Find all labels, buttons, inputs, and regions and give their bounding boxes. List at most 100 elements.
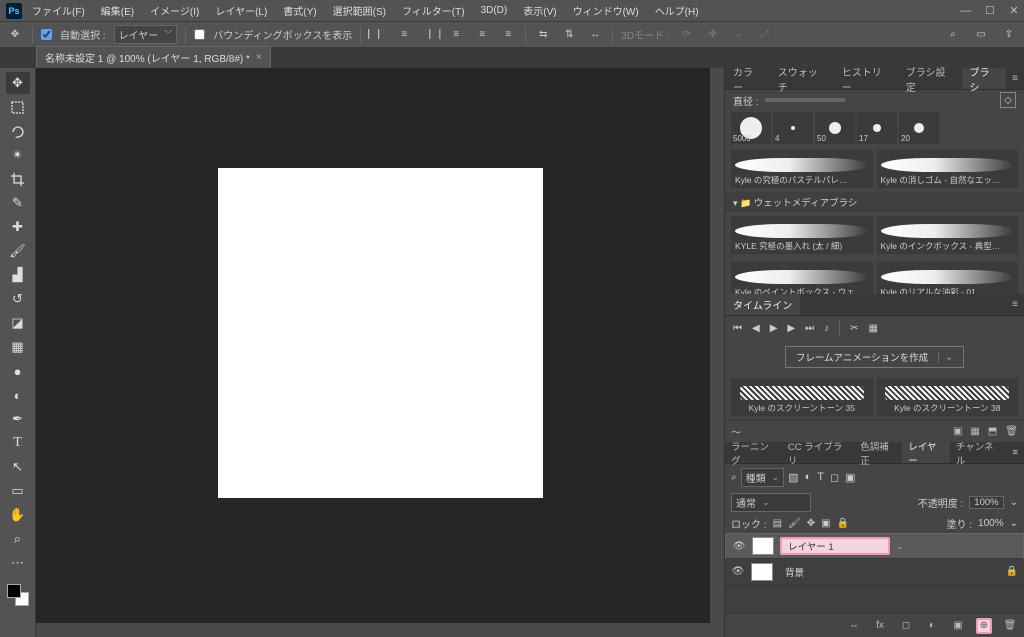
path-tool-icon[interactable]: ↖	[6, 456, 30, 478]
opacity-caret-icon[interactable]: ⌄	[1010, 497, 1018, 508]
panel-menu-icon[interactable]: ≡	[1006, 442, 1024, 463]
menu-layer[interactable]: レイヤー(L)	[209, 3, 273, 18]
tl-audio-icon[interactable]: ♪	[824, 323, 829, 334]
menu-view[interactable]: 表示(V)	[517, 3, 562, 18]
tl-last-icon[interactable]: ⏭	[805, 323, 814, 334]
workspace-icon[interactable]: ▭	[972, 26, 990, 44]
brush-preset[interactable]: 50	[815, 112, 855, 144]
tl-convert-icon[interactable]: ▦	[869, 323, 878, 334]
move-tool-icon[interactable]: ✥	[6, 72, 30, 94]
window-close-icon[interactable]: ✕	[1004, 4, 1024, 17]
brush-preset[interactable]: 4	[773, 112, 813, 144]
lasso-tool-icon[interactable]	[6, 120, 30, 142]
3d-pan-icon[interactable]: ✥	[704, 26, 722, 44]
menu-help[interactable]: ヘルプ(H)	[649, 3, 705, 18]
filter-shape-icon[interactable]: ◻	[830, 471, 839, 484]
align-top-icon[interactable]: ≡	[447, 26, 465, 44]
brush-trash-icon[interactable]: 🗑	[1005, 426, 1018, 437]
window-maximize-icon[interactable]: ☐	[980, 4, 1000, 17]
show-transform-checkbox[interactable]	[194, 29, 205, 40]
layer-thumb[interactable]	[751, 563, 773, 581]
canvas-area[interactable]	[36, 68, 724, 637]
blend-mode-select[interactable]: 通常	[731, 493, 811, 512]
tl-first-icon[interactable]: ⏮	[733, 323, 742, 334]
brush-save-icon[interactable]: ⬒	[988, 426, 997, 437]
visibility-icon[interactable]: 👁	[731, 566, 745, 577]
menu-image[interactable]: イメージ(I)	[144, 3, 205, 18]
align-bottom-icon[interactable]: ≡	[499, 26, 517, 44]
menu-edit[interactable]: 編集(E)	[95, 3, 140, 18]
layer-name[interactable]: 背景	[779, 563, 889, 581]
filter-smart-icon[interactable]: ▣	[845, 471, 855, 484]
tab-timeline[interactable]: タイムライン	[725, 294, 800, 315]
lock-move-icon[interactable]: ✥	[807, 518, 815, 529]
brush-item[interactable]: Kyle のスクリーントーン 35	[731, 378, 873, 416]
tl-play-icon[interactable]: ▶	[770, 323, 778, 334]
layer-filter-icon[interactable]: ⌕	[731, 472, 737, 483]
align-hcenter-icon[interactable]: ≡	[395, 26, 413, 44]
zoom-tool-icon[interactable]: ⌕	[6, 528, 30, 550]
brush-new-icon[interactable]: ▦	[970, 426, 979, 437]
new-layer-icon[interactable]: ⊕	[976, 618, 992, 634]
layer-mask-icon[interactable]: ◻	[898, 618, 914, 634]
color-swatch[interactable]	[7, 584, 29, 606]
brush-item[interactable]: Kyle の究極のパステルパレ…	[731, 150, 873, 188]
gradient-tool-icon[interactable]: ▦	[6, 336, 30, 358]
share-icon[interactable]: ⇪	[1000, 26, 1018, 44]
dodge-tool-icon[interactable]: ◐	[6, 384, 30, 406]
tab-learning[interactable]: ラーニング	[725, 442, 782, 463]
layer-kind-select[interactable]: 種類	[741, 468, 785, 487]
history-brush-tool-icon[interactable]: ↺	[6, 288, 30, 310]
window-minimize-icon[interactable]: —	[956, 5, 976, 17]
layer-row[interactable]: 👁 背景 🔒	[725, 559, 1024, 585]
brush-tool-icon[interactable]: 🖌	[6, 240, 30, 262]
lock-all-icon[interactable]: 🔒	[837, 518, 849, 529]
dist-v-icon[interactable]: ⇅	[560, 26, 578, 44]
menu-select[interactable]: 選択範囲(S)	[327, 3, 392, 18]
document-tab[interactable]: 名称未設定 1 @ 100% (レイヤー 1, RGB/8#) * ×	[36, 46, 271, 68]
brush-item[interactable]: Kyle の消しゴム - 自然なエッ…	[877, 150, 1019, 188]
marquee-tool-icon[interactable]	[6, 96, 30, 118]
tab-brush[interactable]: ブラシ	[962, 68, 1007, 89]
eyedropper-tool-icon[interactable]: ✎	[6, 192, 30, 214]
layer-thumb[interactable]	[752, 537, 774, 555]
hand-tool-icon[interactable]: ✋	[6, 504, 30, 526]
brush-new-group-icon[interactable]: ▣	[953, 426, 962, 437]
3d-scale-icon[interactable]: ⤢	[756, 26, 774, 44]
menu-filter[interactable]: フィルター(T)	[396, 3, 471, 18]
layer-row[interactable]: 👁 レイヤー 1	[725, 533, 1024, 559]
adjustment-layer-icon[interactable]: ◐	[924, 618, 940, 634]
lock-artboard-icon[interactable]: ▣	[821, 518, 830, 529]
brush-preset[interactable]: 5000	[731, 112, 771, 144]
type-tool-icon[interactable]: T	[6, 432, 30, 454]
tab-cclib[interactable]: CC ライブラリ	[782, 442, 854, 463]
brush-item[interactable]: KYLE 究極の墨入れ (太 / 細)	[731, 216, 873, 254]
panel-menu-icon[interactable]: ≡	[1006, 68, 1024, 89]
filter-adjust-icon[interactable]: ◐	[805, 471, 812, 484]
tab-history[interactable]: ヒストリー	[834, 68, 898, 89]
tab-channels[interactable]: チャンネル	[950, 442, 1007, 463]
brush-item[interactable]: Kyle のペイントボックス - ウェ…	[731, 262, 873, 294]
layer-name[interactable]: レイヤー 1	[780, 537, 890, 555]
menu-3d[interactable]: 3D(D)	[475, 5, 514, 16]
align-vcenter-icon[interactable]: ≡	[473, 26, 491, 44]
crop-tool-icon[interactable]	[6, 168, 30, 190]
dist-h-icon[interactable]: ⇆	[534, 26, 552, 44]
fill-value[interactable]: 100%	[978, 518, 1004, 529]
eraser-tool-icon[interactable]: ◪	[6, 312, 30, 334]
create-frame-animation-button[interactable]: フレームアニメーションを作成	[785, 346, 964, 368]
menu-type[interactable]: 書式(Y)	[277, 3, 322, 18]
blur-tool-icon[interactable]: ●	[6, 360, 30, 382]
wand-tool-icon[interactable]: ✴	[6, 144, 30, 166]
tab-brushset[interactable]: ブラシ設定	[898, 68, 962, 89]
tl-prev-icon[interactable]: ◀	[752, 323, 760, 334]
canvas-vscrollbar[interactable]	[710, 68, 724, 623]
auto-select-target-select[interactable]: レイヤー	[114, 25, 178, 44]
align-right-icon[interactable]: ⎹⎹	[421, 26, 439, 44]
tl-next-icon[interactable]: ▶	[787, 323, 795, 334]
tab-layers[interactable]: レイヤー	[902, 442, 950, 463]
canvas-hscrollbar[interactable]	[36, 623, 724, 637]
align-left-icon[interactable]: ⎸⎸	[369, 26, 387, 44]
opacity-value[interactable]: 100%	[969, 496, 1003, 509]
healing-tool-icon[interactable]: ✚	[6, 216, 30, 238]
